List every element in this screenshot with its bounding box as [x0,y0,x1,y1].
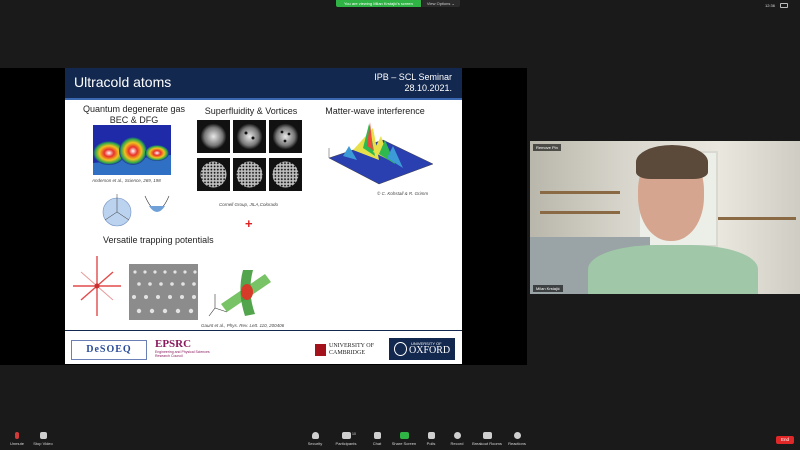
participants-icon [341,432,351,439]
person-hair [636,145,708,179]
record-button[interactable]: Record [440,432,474,449]
participants-button[interactable]: Participants [329,432,363,449]
presentation-slide: Ultracold atoms IPB – SCL Seminar 28.10.… [65,68,462,364]
vortex-images [197,120,303,192]
zoom-window: You are viewing Milan Krstajić's screen … [0,0,800,450]
participants-label: Participants [335,441,357,446]
reactions-button[interactable]: Reactions [500,432,534,449]
microphone-icon [15,432,19,439]
epsrc-logo: EPSRC Engineering and Physical Sciences … [155,338,227,362]
optical-lattice-image [129,264,198,320]
laser-beams-diagram [73,256,121,316]
share-banner: You are viewing Milan Krstajić's screen … [336,0,460,7]
bec-density-image [93,125,171,175]
video-camera-icon [39,432,47,439]
view-options-button[interactable]: View Options ⌄ [421,0,460,7]
slide-header: Ultracold atoms IPB – SCL Seminar 28.10.… [65,68,462,98]
seminar-name: IPB – SCL Seminar [374,72,452,82]
caption-kohstall: © C. Kohstall & R. Grimm [377,191,429,196]
security-label: Security [307,441,323,446]
polls-icon [427,432,435,439]
section-superfluidity: Superfluidity & Vortices [204,106,298,116]
plus-sign: + [245,216,253,231]
participant-video[interactable]: Remove Pin Milan Krstajić [530,141,800,294]
chat-icon [373,432,381,439]
record-icon [453,432,461,439]
breakout-rooms-label: Breakout Rooms [472,441,502,446]
interference-plot [323,120,435,190]
person-body [588,245,758,294]
oxford-logo: UNIVERSITY OF OXFORD [389,338,455,360]
stop-video-label: Stop Video [33,441,53,446]
caption-anderson: Anderson et al., Science, 269, 198 [92,178,161,183]
cambridge-line1: UNIVERSITY OF [329,343,374,349]
breakout-rooms-button[interactable]: Breakout Rooms [470,432,504,449]
seminar-info: IPB – SCL Seminar 28.10.2021. [374,72,452,94]
section-quantum-gas: Quantum degenerate gas BEC & DFG [79,104,189,126]
cambridge-logo: UNIVERSITY OF CAMBRIDGE [315,343,381,357]
deseq-logo: DeSOEQ [71,340,147,360]
footer-divider [65,330,462,331]
participant-name: Milan Krstajić [533,285,563,292]
header-divider [65,98,462,100]
reactions-label: Reactions [508,441,526,446]
smiley-icon [513,432,521,439]
caption-gaunt: Gaunt et al., Phys. Rev. Lett. 110, 2004… [201,323,285,328]
seminar-date: 28.10.2021. [404,83,452,93]
stop-video-button[interactable]: Stop Video [26,432,60,449]
participants-count: 10 [352,432,356,436]
section-matter-wave: Matter-wave interference [325,106,425,116]
end-meeting-button[interactable]: End [776,436,794,444]
shield-icon [311,432,319,439]
view-layout-icon[interactable] [780,3,788,8]
cambridge-line2: CAMBRIDGE [329,350,366,356]
security-button[interactable]: Security [298,432,332,449]
fermi-diagram [102,194,170,227]
epsrc-name: EPSRC [155,338,192,350]
section-qdg-line1: Quantum degenerate gas [82,104,186,114]
caption-cornell: Cornell Group, JILA,Colorado [219,202,279,207]
slide-title: Ultracold atoms [74,74,172,90]
shelf [540,191,620,194]
top-bar: You are viewing Milan Krstajić's screen … [0,0,800,8]
oxford-line2: OXFORD [409,345,451,356]
box-trap-diagram [208,270,271,317]
oxford-crest-icon [394,342,407,356]
shelf [716,217,796,220]
share-screen-icon [399,432,409,439]
cambridge-shield-icon [315,344,326,356]
epsrc-subtitle-2: Research Council [155,354,183,358]
section-trapping: Versatile trapping potentials [103,235,214,245]
share-status-text: You are viewing Milan Krstajić's screen [336,0,421,7]
record-label: Record [450,441,464,446]
shelf [540,211,620,214]
remove-pin-button[interactable]: Remove Pin [533,144,561,151]
breakout-rooms-icon [482,432,492,439]
meeting-toolbar: Unmute Stop Video Security Participants … [0,430,800,450]
clock: 12:36 [764,3,775,8]
